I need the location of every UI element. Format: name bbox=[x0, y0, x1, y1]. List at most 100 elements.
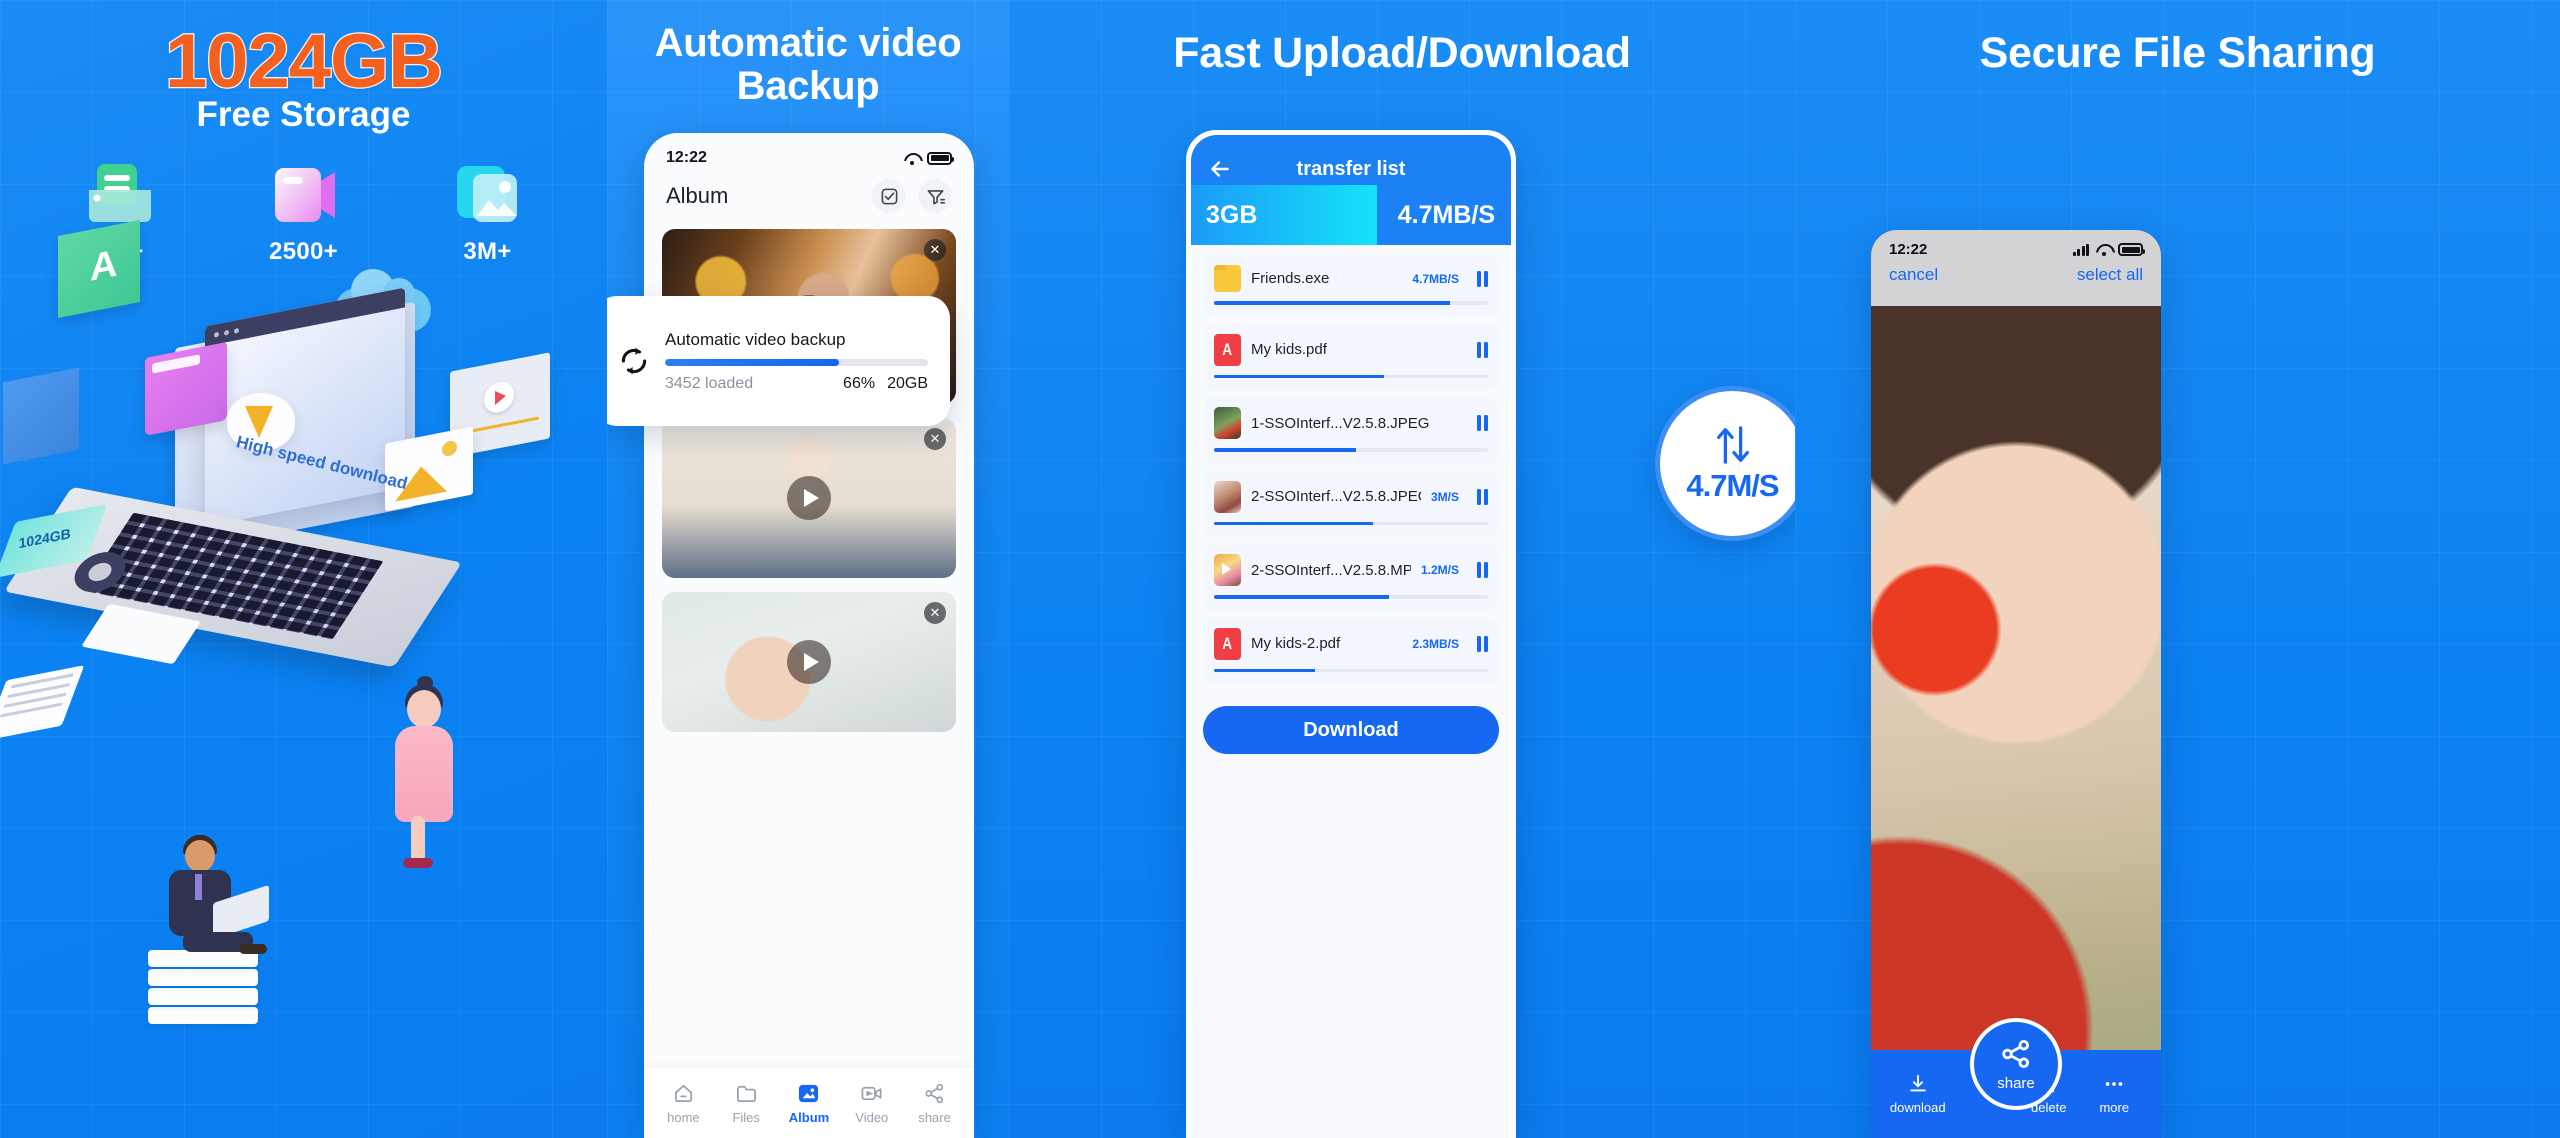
file-name: My kids-2.pdf bbox=[1251, 635, 1341, 652]
home-icon bbox=[674, 1084, 692, 1102]
status-bar: 12:22 bbox=[1871, 230, 2161, 261]
transfer-title: transfer list bbox=[1296, 157, 1406, 180]
download-action[interactable]: download bbox=[1887, 1073, 1949, 1115]
select-all-button[interactable]: select all bbox=[2077, 265, 2143, 285]
status-icons bbox=[2072, 243, 2145, 256]
pause-icon[interactable] bbox=[1477, 488, 1488, 505]
headline-storage-amount: 1024GB bbox=[164, 18, 445, 106]
file-progress-bar bbox=[1214, 301, 1488, 305]
transfer-total-speed: 4.7MB/S bbox=[1397, 200, 1495, 229]
file-progress-bar bbox=[1214, 668, 1488, 672]
transfer-summary-bar: 3GB 4.7MB/S bbox=[1191, 185, 1511, 245]
close-icon[interactable]: ✕ bbox=[924, 428, 946, 450]
portrait-photo bbox=[1871, 230, 2161, 1138]
file-progress-bar bbox=[1214, 374, 1488, 378]
illustration-chip-label: 1024GB bbox=[18, 525, 71, 552]
backup-loaded-count: 3452 loaded bbox=[665, 374, 754, 392]
phone-mockup-transfer: transfer list 3GB 4.7MB/S Friends.exe 4.… bbox=[1186, 130, 1516, 1138]
tab-share[interactable]: share bbox=[907, 1082, 963, 1125]
illustration-person-woman bbox=[385, 676, 463, 870]
backup-right-meta: 66% 20GB bbox=[843, 375, 928, 393]
file-speed: 4.7MB/S bbox=[1412, 271, 1459, 286]
panel-fast-transfer: Fast Upload/Download transfer list 3GB 4… bbox=[1009, 0, 1795, 1138]
close-icon[interactable]: ✕ bbox=[924, 602, 946, 624]
selection-toolbar: cancel select all bbox=[1871, 261, 2161, 295]
pdf-icon bbox=[1214, 333, 1241, 366]
files-icon bbox=[736, 1085, 756, 1102]
video-thumb-icon bbox=[1214, 554, 1241, 586]
illustration-pdf-tile bbox=[3, 367, 79, 465]
tab-home[interactable]: home bbox=[655, 1082, 711, 1125]
battery-icon bbox=[2118, 243, 2145, 256]
table-row[interactable]: 2-SSOInterf...V2.5.8.MP4 1.2M/S bbox=[1203, 544, 1499, 611]
file-name: Friends.exe bbox=[1251, 270, 1330, 287]
more-icon bbox=[2106, 1082, 2123, 1086]
select-icon[interactable] bbox=[872, 179, 906, 213]
speed-badge-value: 4.7M/S bbox=[1686, 467, 1779, 503]
tab-video[interactable]: Video bbox=[844, 1082, 900, 1125]
album-actions bbox=[872, 179, 952, 213]
table-row[interactable]: Friends.exe 4.7MB/S bbox=[1203, 255, 1499, 317]
transfer-total-size: 3GB bbox=[1206, 200, 1258, 229]
close-icon[interactable]: ✕ bbox=[924, 239, 946, 261]
folder-icon bbox=[1214, 265, 1241, 292]
table-row[interactable]: My kids.pdf bbox=[1203, 323, 1499, 390]
speed-badge: 4.7M/S bbox=[1655, 386, 1795, 541]
table-row[interactable]: 2-SSOInterf...V2.5.8.JPEG 3M/S bbox=[1203, 470, 1499, 537]
file-speed: 2.3MB/S bbox=[1412, 636, 1459, 651]
transfer-header: transfer list 3GB 4.7MB/S bbox=[1191, 135, 1511, 245]
illustration-document bbox=[0, 665, 85, 741]
pause-icon[interactable] bbox=[1477, 415, 1488, 431]
filter-icon[interactable] bbox=[918, 179, 952, 213]
pause-icon[interactable] bbox=[1477, 341, 1488, 358]
download-action-label: download bbox=[1889, 1100, 1946, 1115]
illustration-green-tile: A bbox=[58, 220, 140, 318]
backup-card-body: Automatic video backup 3452 loaded 66% 2… bbox=[665, 330, 928, 393]
share-icon bbox=[2002, 1039, 2030, 1068]
sync-icon bbox=[617, 344, 651, 378]
backup-size: 20GB bbox=[887, 374, 928, 392]
panel-secure-sharing: Secure File Sharing 12:22 cancel select … bbox=[1795, 0, 2560, 1138]
pause-icon[interactable] bbox=[1477, 635, 1488, 652]
tab-files[interactable]: Files bbox=[718, 1082, 774, 1125]
cancel-button[interactable]: cancel bbox=[1889, 265, 1938, 285]
screenshot-root: 1024GB Free Storage 1M+ bbox=[0, 0, 2560, 1138]
transfer-screen: transfer list 3GB 4.7MB/S Friends.exe 4.… bbox=[1191, 135, 1511, 1138]
tab-label-share: share bbox=[918, 1109, 951, 1125]
file-name: My kids.pdf bbox=[1251, 341, 1327, 358]
illustration-folder bbox=[145, 342, 227, 436]
illustration-person-man bbox=[165, 835, 275, 990]
table-row[interactable]: My kids-2.pdf 2.3MB/S bbox=[1203, 617, 1499, 684]
wifi-icon bbox=[2095, 243, 2112, 256]
file-name: 2-SSOInterf...V2.5.8.MP4 bbox=[1251, 561, 1411, 579]
pause-icon[interactable] bbox=[1477, 270, 1488, 287]
album-header: Album bbox=[644, 171, 974, 229]
more-action[interactable]: more bbox=[2083, 1073, 2145, 1115]
download-button[interactable]: Download bbox=[1203, 706, 1499, 754]
signal-icon bbox=[2072, 243, 2089, 256]
table-row[interactable]: 1-SSOInterf...V2.5.8.JPEG bbox=[1203, 397, 1499, 464]
file-speed: 3M/S bbox=[1430, 489, 1459, 504]
panel-auto-backup: Automatic video Backup 12:22 Album ✕ ✕ ✕… bbox=[607, 0, 1009, 1138]
panel-title-fast-transfer: Fast Upload/Download bbox=[1173, 29, 1631, 77]
more-action-label: more bbox=[2099, 1100, 2130, 1115]
album-photo-item[interactable]: ✕ bbox=[662, 592, 956, 732]
panel-title-auto-backup: Automatic video Backup bbox=[654, 21, 962, 109]
pause-icon[interactable] bbox=[1477, 562, 1488, 578]
play-icon[interactable] bbox=[787, 640, 831, 684]
play-icon bbox=[484, 379, 514, 416]
tab-label-album: Album bbox=[788, 1109, 830, 1125]
album-photo-item[interactable]: ✕ bbox=[662, 418, 956, 578]
video-icon bbox=[269, 160, 339, 230]
share-button[interactable]: share bbox=[1970, 1018, 2062, 1110]
tab-album[interactable]: Album bbox=[781, 1082, 837, 1125]
play-icon[interactable] bbox=[787, 476, 831, 520]
bottom-tab-bar: home Files Album Video share bbox=[644, 1068, 974, 1138]
status-time: 12:22 bbox=[1889, 241, 1928, 258]
storage-illustration: A High speed download 1024GB bbox=[0, 220, 607, 1138]
backup-card-title: Automatic video backup bbox=[665, 329, 846, 349]
tab-label-files: Files bbox=[732, 1109, 760, 1125]
bolt-icon bbox=[245, 406, 273, 438]
up-down-arrows-icon bbox=[1716, 425, 1749, 464]
share-button-label: share bbox=[1997, 1074, 2035, 1092]
